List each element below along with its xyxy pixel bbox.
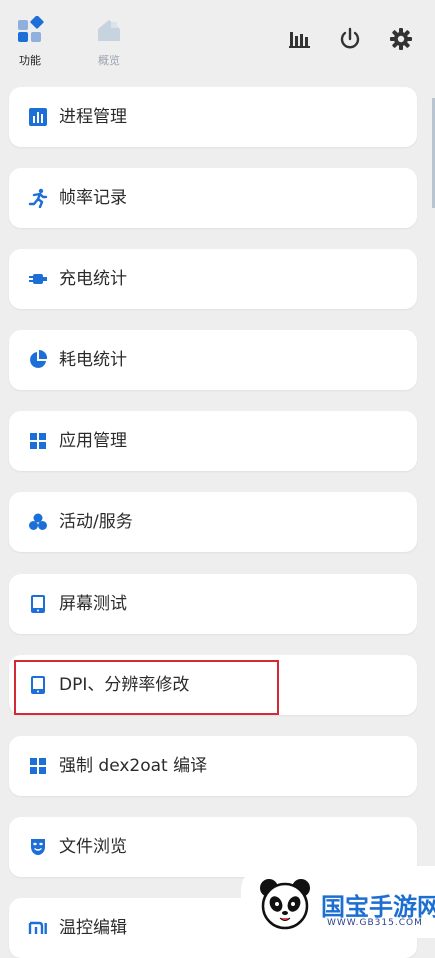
mi-logo-icon <box>28 921 47 934</box>
menu-item-label: 应用管理 <box>59 431 127 451</box>
power-icon[interactable] <box>337 26 363 52</box>
menu-item-force-dex2oat[interactable]: 强制 dex2oat 编译 <box>9 736 417 796</box>
menu-item-label: 活动/服务 <box>59 512 133 532</box>
menu-item-label: 文件浏览 <box>59 837 127 857</box>
app-grid-icon <box>30 433 46 449</box>
menu-item-fps-record[interactable]: 帧率记录 <box>9 168 417 228</box>
function-grid-icon <box>18 15 44 42</box>
mask-icon <box>31 839 45 855</box>
tab-label: 功能 <box>19 54 41 67</box>
menu-item-label: 强制 dex2oat 编译 <box>59 756 208 776</box>
panda-logo-icon <box>260 879 310 930</box>
menu-item-process-manager[interactable]: 进程管理 <box>9 87 417 147</box>
menu-item-label: 进程管理 <box>59 107 127 127</box>
menu-item-charge-stats[interactable]: 充电统计 <box>9 249 417 309</box>
tab-overview[interactable]: 概览 <box>87 16 131 68</box>
menu-item-label: 帧率记录 <box>59 188 127 208</box>
menu-item-label: 充电统计 <box>59 269 127 289</box>
tab-label: 概览 <box>98 54 120 67</box>
watermark: 国宝手游网 WWW.GB315.COM <box>241 866 435 938</box>
header: 功能 概览 <box>0 0 435 78</box>
menu-item-label: 耗电统计 <box>59 350 127 370</box>
menu-item-label: 温控编辑 <box>59 918 127 938</box>
menu-item-app-manager[interactable]: 应用管理 <box>9 411 417 471</box>
watermark-url: WWW.GB315.COM <box>327 918 423 928</box>
menu-item-power-stats[interactable]: 耗电统计 <box>9 330 417 390</box>
tablet-icon <box>31 595 45 613</box>
tab-function[interactable]: 功能 <box>8 15 52 68</box>
watermark-text: 国宝手游网 <box>321 893 435 921</box>
bar-chart-icon[interactable] <box>287 26 313 52</box>
menu-item-screen-test[interactable]: 屏幕测试 <box>9 574 417 634</box>
menu-item-label: 屏幕测试 <box>59 594 127 614</box>
bubbles-icon <box>29 513 47 530</box>
overview-house-icon <box>98 20 120 41</box>
menu-item-activity-service[interactable]: 活动/服务 <box>9 492 417 552</box>
bar-chart-icon <box>29 108 47 126</box>
running-figure-icon <box>28 188 48 208</box>
highlight-box <box>14 660 279 715</box>
app-grid-icon <box>30 758 46 774</box>
gear-icon[interactable] <box>388 26 414 52</box>
pie-chart-icon <box>30 350 48 368</box>
charger-icon <box>29 274 47 284</box>
